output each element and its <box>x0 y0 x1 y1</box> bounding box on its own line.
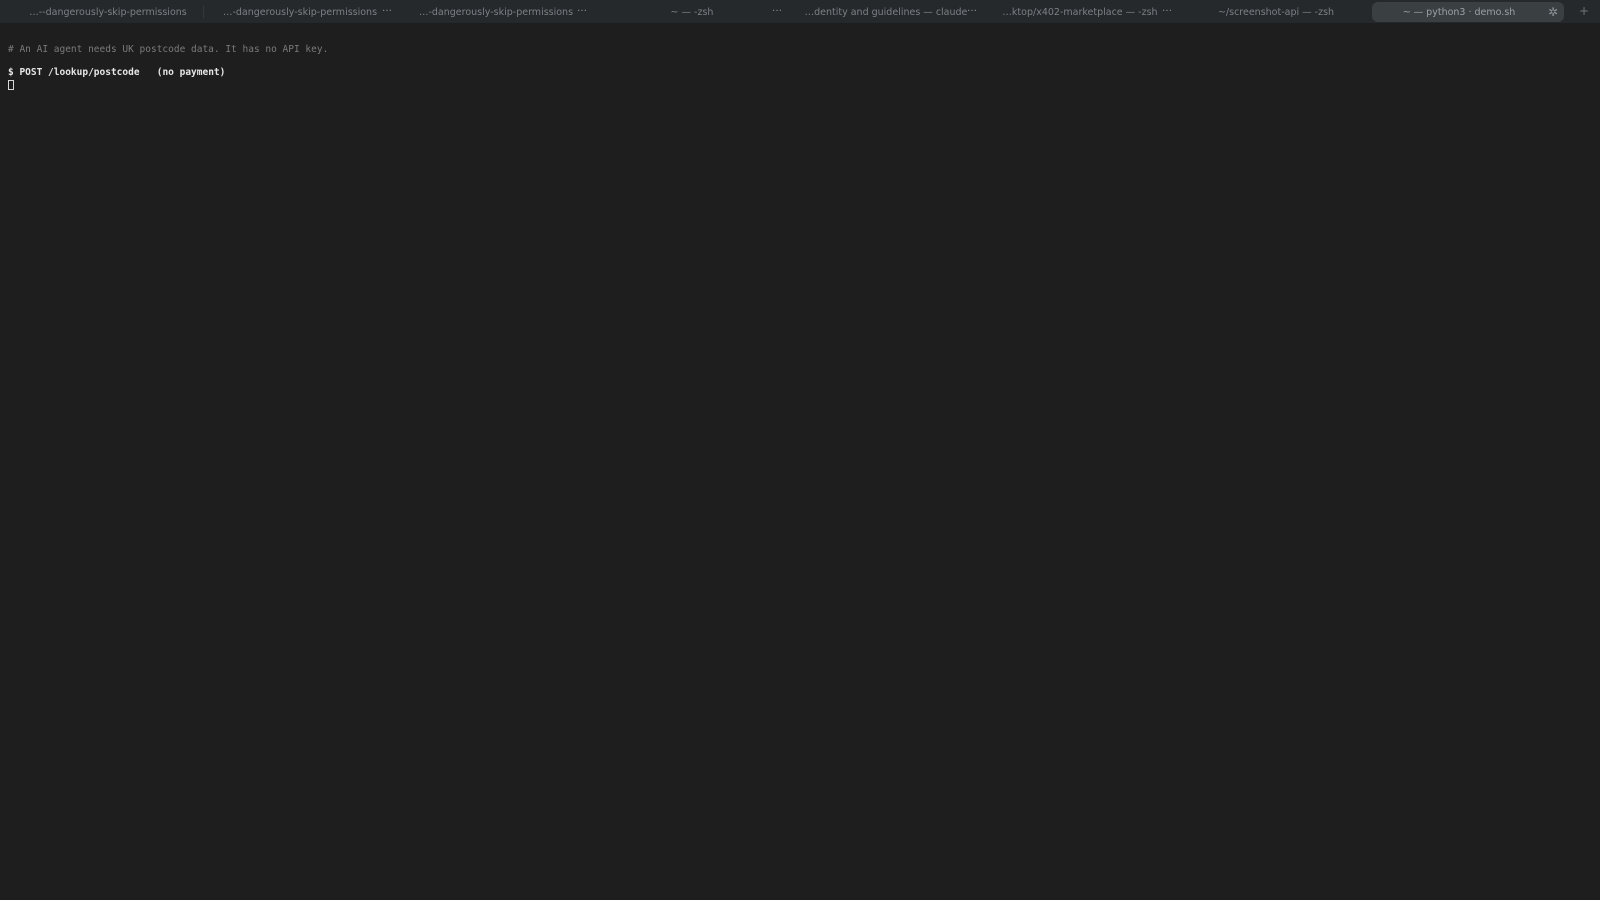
comment-line: # An AI agent needs UK postcode data. It… <box>8 44 329 55</box>
tab-8-active[interactable]: ~ — python3 · demo.sh ✲ <box>1372 2 1564 22</box>
new-tab-button[interactable]: + <box>1576 3 1592 19</box>
tab-separator <box>203 6 204 18</box>
tab-6[interactable]: …ktop/x402-marketplace — -zsh <box>992 0 1168 24</box>
command-prompt: $ POST /lookup/postcode <box>8 67 140 78</box>
text-cursor <box>8 79 14 90</box>
tab-6-menu-icon[interactable]: … <box>1162 3 1172 14</box>
tab-4[interactable]: ~ — -zsh <box>604 0 780 24</box>
tab-5[interactable]: …dentity and guidelines — claude <box>798 0 974 24</box>
tab-8-label: ~ — python3 · demo.sh <box>1402 6 1516 18</box>
tab-5-label: …dentity and guidelines — claude <box>804 6 968 18</box>
tab-2[interactable]: …-dangerously-skip-permissions <box>212 0 388 24</box>
tab-4-menu-icon[interactable]: … <box>772 3 782 14</box>
terminal-output[interactable]: # An AI agent needs UK postcode data. It… <box>8 44 1592 884</box>
tab-3-menu-icon[interactable]: … <box>577 3 587 14</box>
tab-1-label: …--dangerously-skip-permissions <box>29 6 187 18</box>
tab-7[interactable]: ~/screenshot-api — -zsh <box>1188 0 1364 24</box>
tab-bar: …--dangerously-skip-permissions …-danger… <box>0 0 1600 24</box>
terminal-window: …--dangerously-skip-permissions …-danger… <box>0 0 1600 900</box>
tab-4-label: ~ — -zsh <box>670 6 714 18</box>
tab-3-label: …-dangerously-skip-permissions <box>418 6 574 18</box>
command-note: (no payment) <box>156 67 226 78</box>
command-line: $ POST /lookup/postcode (no payment) <box>8 67 1592 79</box>
tab-1[interactable]: …--dangerously-skip-permissions <box>20 0 196 24</box>
cursor-line <box>8 79 1592 91</box>
tab-2-label: …-dangerously-skip-permissions <box>222 6 378 18</box>
tab-5-menu-icon[interactable]: … <box>967 3 977 14</box>
tab-7-label: ~/screenshot-api — -zsh <box>1217 6 1335 18</box>
spinner-icon: ✲ <box>1547 5 1559 19</box>
tab-3[interactable]: …-dangerously-skip-permissions <box>408 0 584 24</box>
tab-6-label: …ktop/x402-marketplace — -zsh <box>1002 6 1158 18</box>
tab-2-menu-icon[interactable]: … <box>382 3 392 14</box>
